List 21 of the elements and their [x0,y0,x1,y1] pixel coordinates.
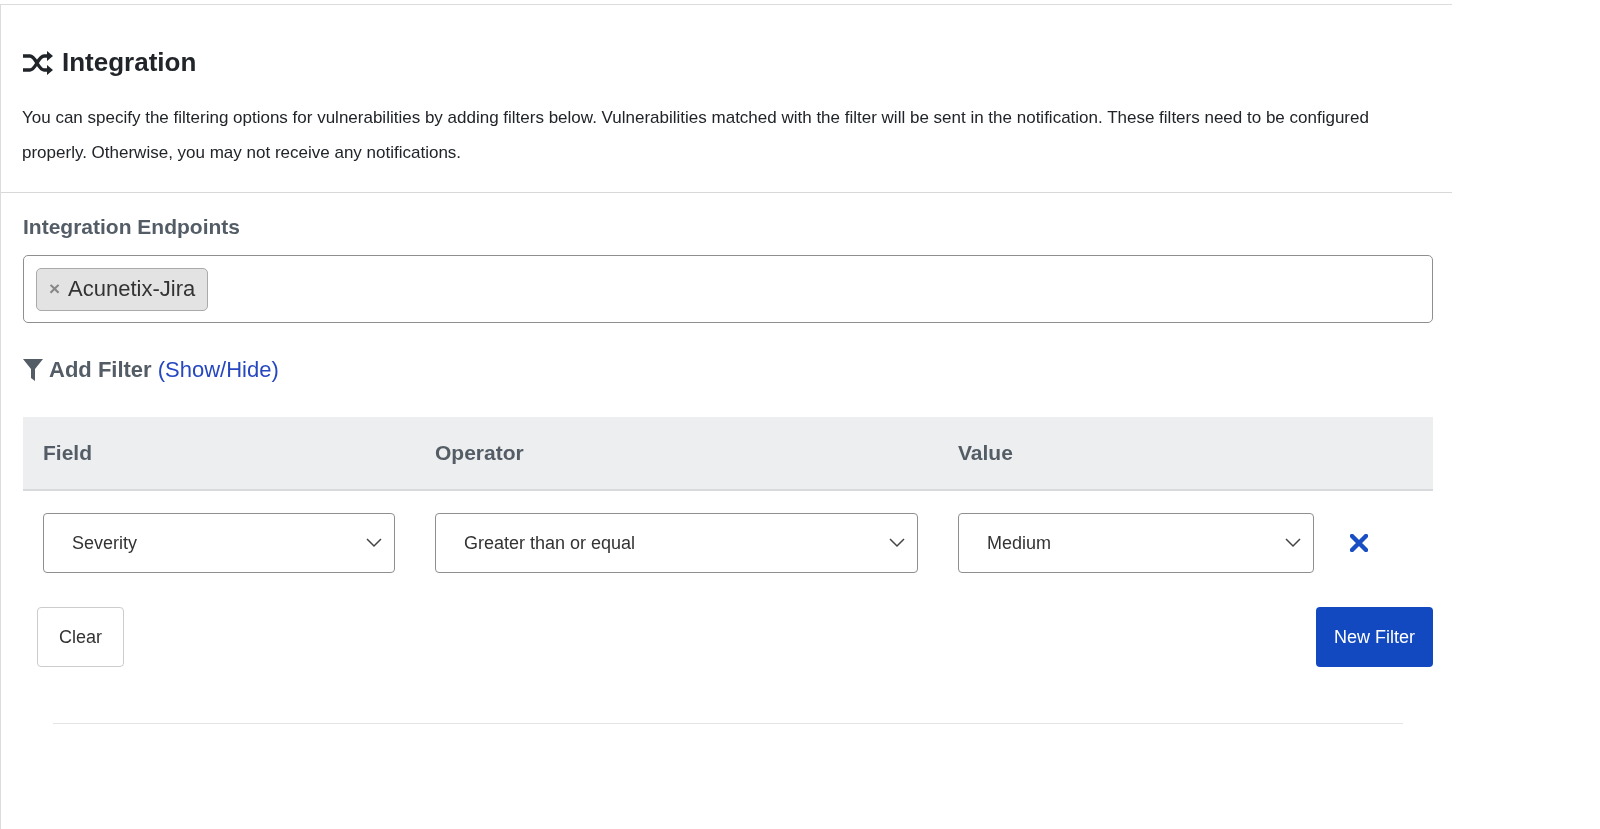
section-description: You can specify the filtering options for vulnerabilities by adding filters below. Vulnerabilities matched with the filter will be sent in the notification. These filters need to be configured properly. Otherwise, you may not receive any notifications. [22,107,1370,164]
chevron-down-icon [1285,538,1301,548]
column-header: Value [957,441,1014,465]
filter-icon [23,359,43,381]
add-filter-label: Add Filter [49,357,152,383]
field-label: Integration Endpoints [23,215,241,239]
chevron-down-icon [366,538,382,548]
chevron-down-icon [889,538,905,548]
column-header: Field [42,441,93,465]
value-select[interactable]: Medium [958,513,1314,573]
column-header: Operator [434,441,525,465]
close-icon[interactable] [1350,534,1368,552]
clear-button[interactable]: Clear [37,607,124,667]
new-filter-button[interactable]: New Filter [1316,607,1433,667]
section-title: Integration [62,47,197,78]
endpoints-field[interactable]: × Acunetix-Jira [23,255,1433,323]
operator-select[interactable]: Greater than or equal [435,513,918,573]
show-hide-link[interactable]: (Show/Hide) [157,357,279,383]
field-select[interactable]: Severity [43,513,395,573]
shuffle-icon [22,50,54,75]
tag-label: Acunetix-Jira [68,276,196,302]
